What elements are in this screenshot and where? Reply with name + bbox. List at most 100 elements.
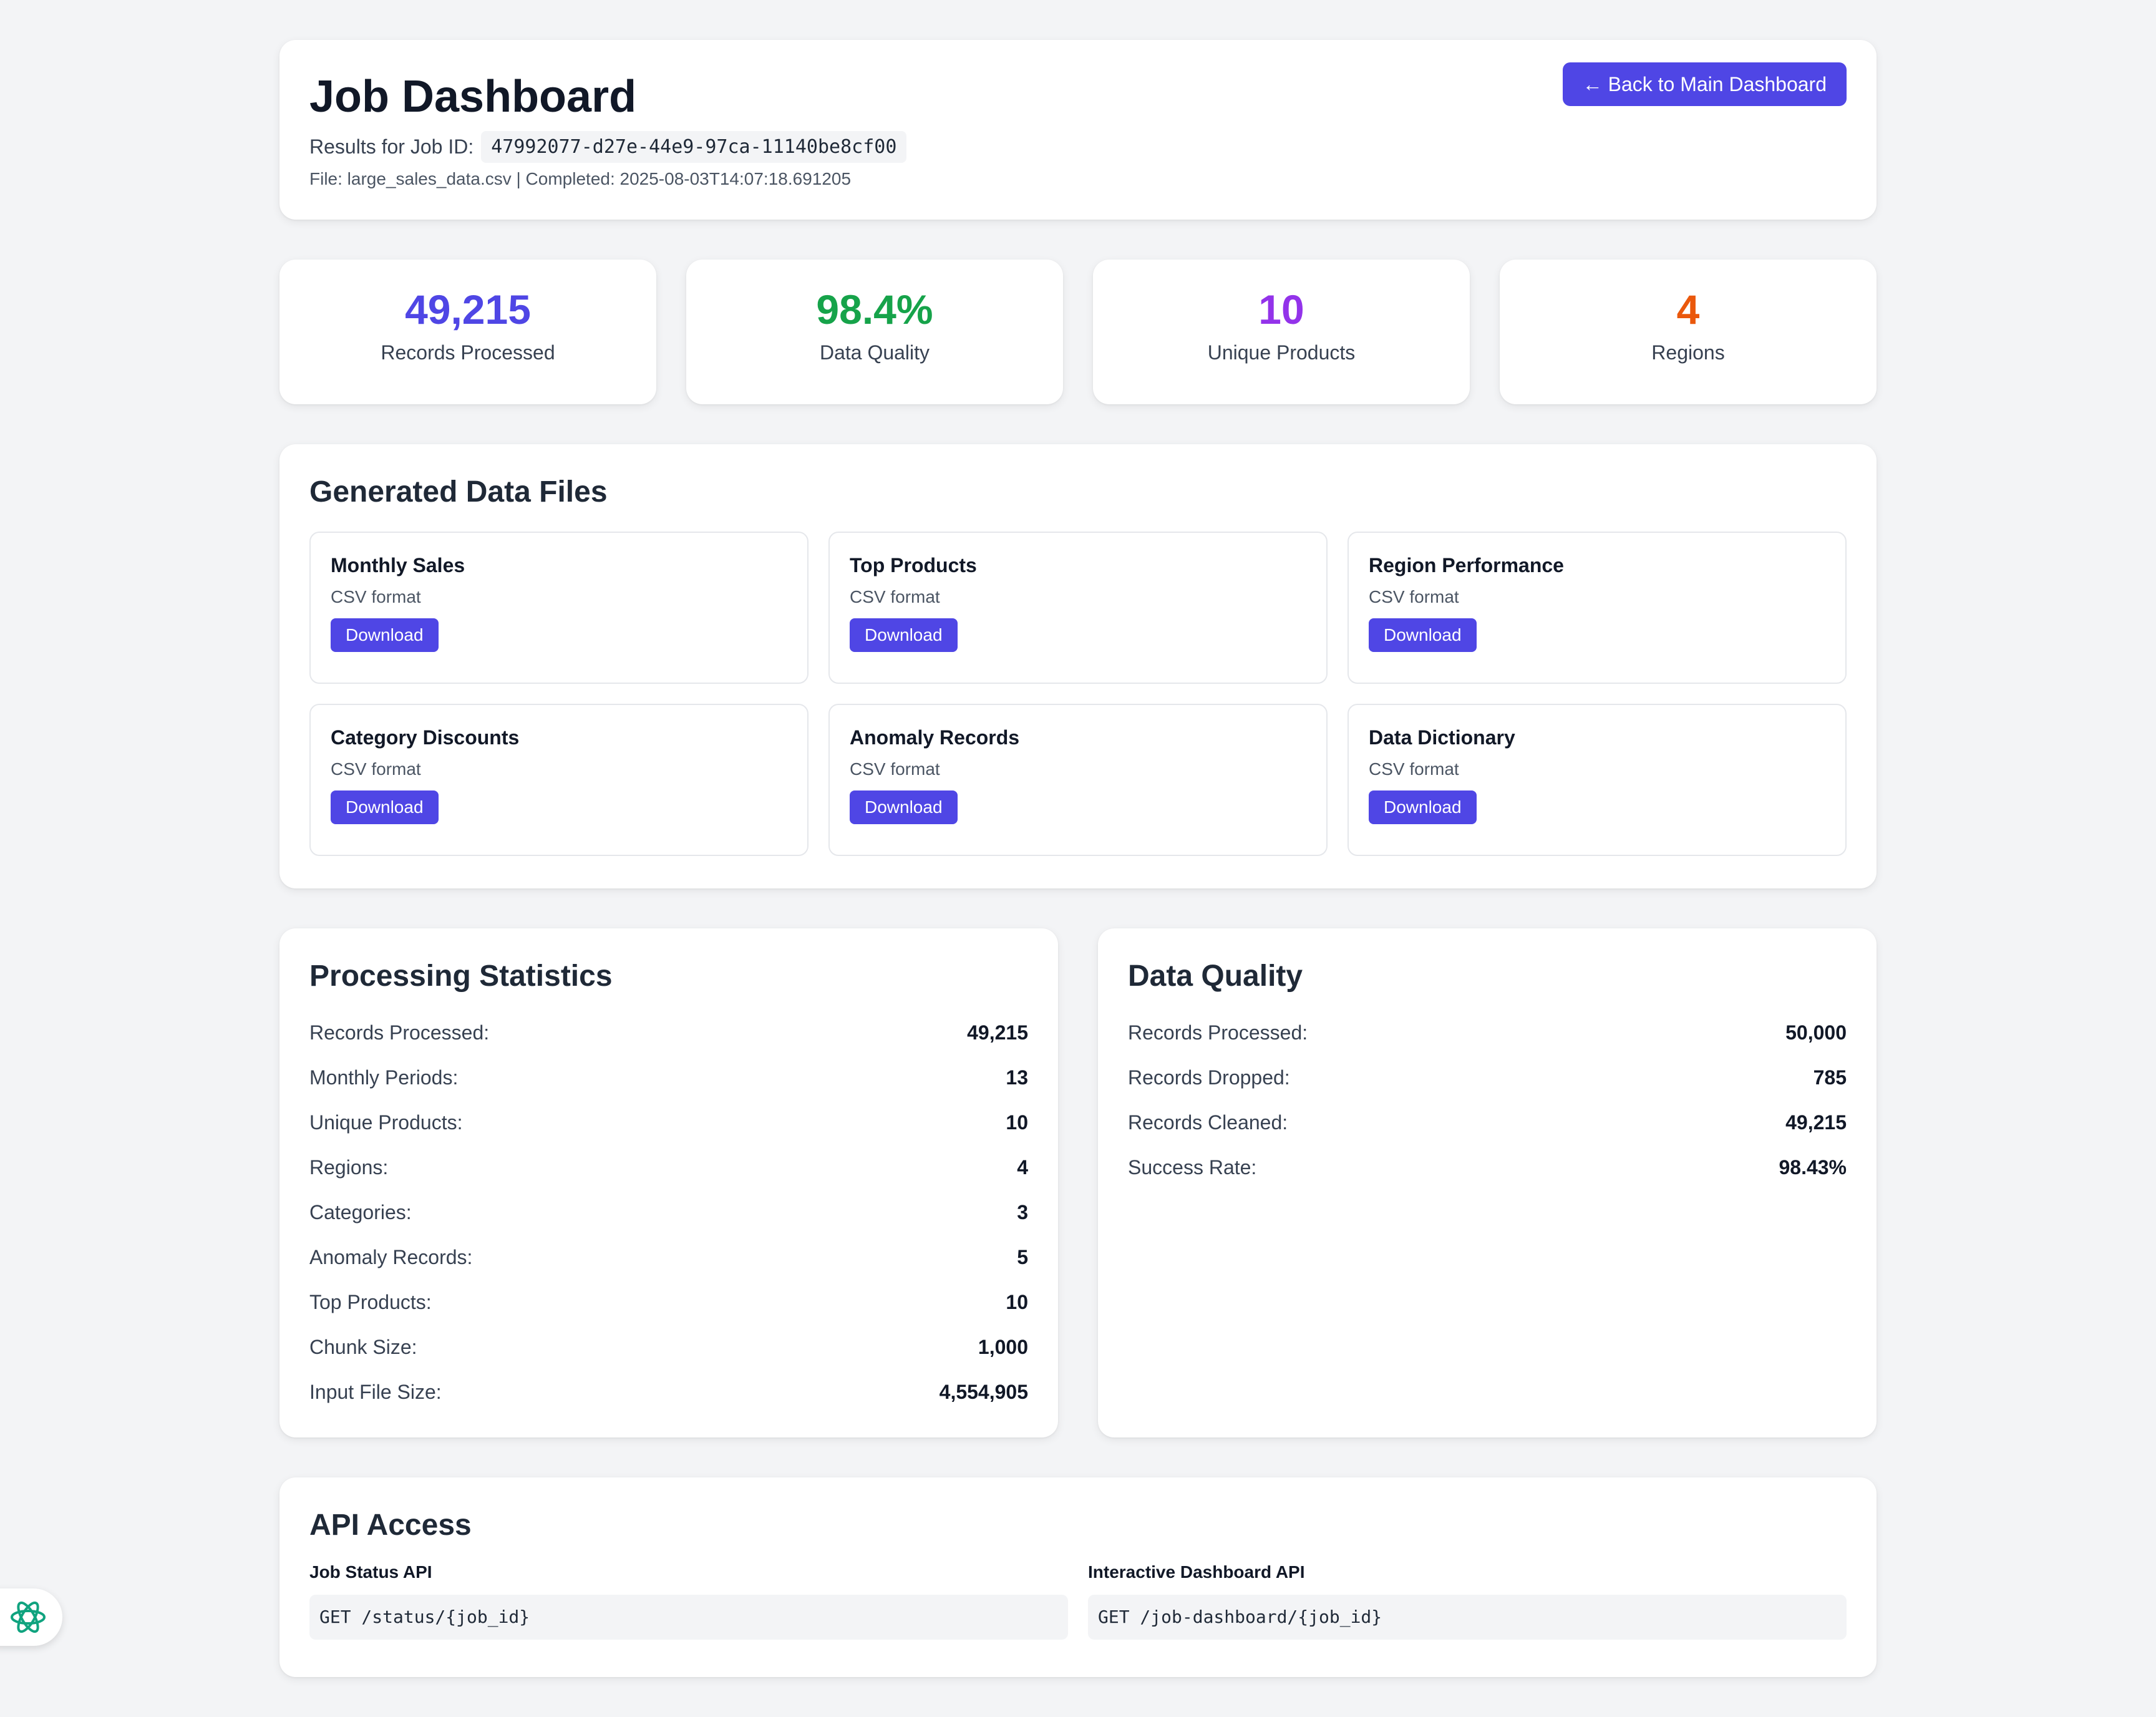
download-button[interactable]: Download: [331, 618, 439, 652]
file-card-top-products: Top Products CSV format Download: [828, 531, 1328, 684]
stat-val: 785: [1813, 1066, 1847, 1089]
api-label: Interactive Dashboard API: [1088, 1562, 1305, 1582]
stat-row: Top Products: 10: [309, 1280, 1028, 1325]
stat-key: Top Products:: [309, 1291, 432, 1314]
stat-row: Monthly Periods: 13: [309, 1056, 1028, 1101]
stat-row: Records Processed: 50,000: [1128, 1011, 1847, 1056]
assistant-widget-button[interactable]: [0, 1588, 62, 1646]
file-title: Anomaly Records: [850, 726, 1020, 749]
api-item-job-status: Job Status API GET /status/{job_id}: [309, 1562, 1068, 1640]
stat-label: Regions: [1651, 341, 1725, 364]
stat-val: 98.43%: [1779, 1156, 1847, 1179]
section-title: Data Quality: [1128, 960, 1303, 993]
stat-val: 5: [1017, 1246, 1028, 1269]
stat-row: Records Cleaned: 49,215: [1128, 1101, 1847, 1145]
stat-card-records: 49,215 Records Processed: [279, 260, 656, 404]
stat-key: Input File Size:: [309, 1381, 442, 1404]
stat-val: 49,215: [967, 1021, 1028, 1044]
page-container: Job Dashboard Results for Job ID: 479920…: [279, 40, 1877, 1677]
stat-card-regions: 4 Regions: [1500, 260, 1877, 404]
stat-row: Regions: 4: [309, 1145, 1028, 1190]
stat-val: 4: [1017, 1156, 1028, 1179]
stat-label: Unique Products: [1207, 341, 1356, 364]
stat-row: Unique Products: 10: [309, 1101, 1028, 1145]
processing-stats-list: Records Processed: 49,215 Monthly Periods…: [309, 1011, 1028, 1415]
file-format: CSV format: [1369, 759, 1459, 779]
api-endpoint-code: GET /status/{job_id}: [309, 1594, 1068, 1640]
job-header-card: Job Dashboard Results for Job ID: 479920…: [279, 40, 1877, 220]
stat-key: Success Rate:: [1128, 1156, 1257, 1179]
download-button[interactable]: Download: [850, 790, 958, 824]
stat-label: Data Quality: [819, 341, 930, 364]
file-card-anomaly-records: Anomaly Records CSV format Download: [828, 703, 1328, 856]
generated-files-card: Generated Data Files Monthly Sales CSV f…: [279, 444, 1877, 888]
section-title: Generated Data Files: [309, 475, 608, 508]
stat-value: 98.4%: [816, 286, 933, 333]
stat-row: Categories: 3: [309, 1190, 1028, 1235]
stat-key: Records Processed:: [1128, 1021, 1308, 1044]
download-button[interactable]: Download: [1369, 790, 1477, 824]
file-format: CSV format: [850, 586, 940, 606]
file-info: File: large_sales_data.csv | Completed: …: [309, 169, 852, 188]
stat-key: Monthly Periods:: [309, 1066, 459, 1089]
stat-row: Success Rate: 98.43%: [1128, 1145, 1847, 1190]
file-card-monthly-sales: Monthly Sales CSV format Download: [309, 531, 808, 684]
file-grid: Monthly Sales CSV format Download Top Pr…: [309, 531, 1847, 856]
openai-logo-icon: [11, 1601, 46, 1633]
file-format: CSV format: [331, 586, 421, 606]
quality-stats-list: Records Processed: 50,000 Records Dropped…: [1128, 1011, 1847, 1190]
download-button[interactable]: Download: [1369, 618, 1477, 652]
file-title: Top Products: [850, 553, 977, 576]
api-access-card: API Access Job Status API GET /status/{j…: [279, 1477, 1877, 1677]
api-grid: Job Status API GET /status/{job_id} Inte…: [309, 1562, 1847, 1640]
stat-card-quality: 98.4% Data Quality: [686, 260, 1063, 404]
stat-key: Records Dropped:: [1128, 1066, 1290, 1089]
job-id-line: Results for Job ID: 47992077-d27e-44e9-9…: [309, 131, 1847, 163]
stat-value: 4: [1676, 286, 1700, 333]
stat-key: Records Cleaned:: [1128, 1111, 1288, 1134]
stats-columns: Processing Statistics Records Processed:…: [279, 928, 1877, 1437]
api-endpoint-code: GET /job-dashboard/{job_id}: [1088, 1594, 1847, 1640]
file-title: Category Discounts: [331, 726, 520, 749]
file-format: CSV format: [331, 759, 421, 779]
back-to-main-dashboard-button[interactable]: ← Back to Main Dashboard: [1562, 62, 1847, 106]
processing-statistics-card: Processing Statistics Records Processed:…: [279, 928, 1058, 1437]
download-button[interactable]: Download: [850, 618, 958, 652]
stat-key: Regions:: [309, 1156, 389, 1179]
stat-value: 10: [1258, 286, 1304, 333]
job-id-value: 47992077-d27e-44e9-97ca-11140be8cf00: [481, 131, 907, 163]
api-label: Job Status API: [309, 1562, 432, 1582]
stat-row: Records Processed: 49,215: [309, 1011, 1028, 1056]
stat-key: Unique Products:: [309, 1111, 463, 1134]
stat-card-products: 10 Unique Products: [1093, 260, 1470, 404]
file-card-region-performance: Region Performance CSV format Download: [1348, 531, 1847, 684]
stat-val: 10: [1006, 1291, 1028, 1314]
stat-val: 50,000: [1785, 1021, 1847, 1044]
file-format: CSV format: [1369, 586, 1459, 606]
file-format: CSV format: [850, 759, 940, 779]
stat-label: Records Processed: [381, 341, 555, 364]
stat-val: 1,000: [978, 1336, 1028, 1359]
section-title: API Access: [309, 1509, 472, 1542]
stat-val: 10: [1006, 1111, 1028, 1134]
job-id-label: Results for Job ID:: [309, 135, 474, 158]
stat-key: Anomaly Records:: [309, 1246, 473, 1269]
stat-val: 4,554,905: [939, 1381, 1028, 1404]
stat-value: 49,215: [405, 286, 531, 333]
stat-row: Records Dropped: 785: [1128, 1056, 1847, 1101]
stat-key: Categories:: [309, 1201, 412, 1224]
stat-val: 13: [1006, 1066, 1028, 1089]
section-title: Processing Statistics: [309, 960, 613, 993]
stat-val: 3: [1017, 1201, 1028, 1224]
download-button[interactable]: Download: [331, 790, 439, 824]
stat-row: Input File Size: 4,554,905: [309, 1370, 1028, 1415]
stat-val: 49,215: [1785, 1111, 1847, 1134]
stat-key: Chunk Size:: [309, 1336, 417, 1359]
file-card-data-dictionary: Data Dictionary CSV format Download: [1348, 703, 1847, 856]
api-item-dashboard: Interactive Dashboard API GET /job-dashb…: [1088, 1562, 1847, 1640]
stats-row: 49,215 Records Processed 98.4% Data Qual…: [279, 260, 1877, 404]
data-quality-card: Data Quality Records Processed: 50,000 Re…: [1098, 928, 1877, 1437]
stat-row: Chunk Size: 1,000: [309, 1325, 1028, 1370]
stat-key: Records Processed:: [309, 1021, 490, 1044]
file-title: Data Dictionary: [1369, 726, 1515, 749]
